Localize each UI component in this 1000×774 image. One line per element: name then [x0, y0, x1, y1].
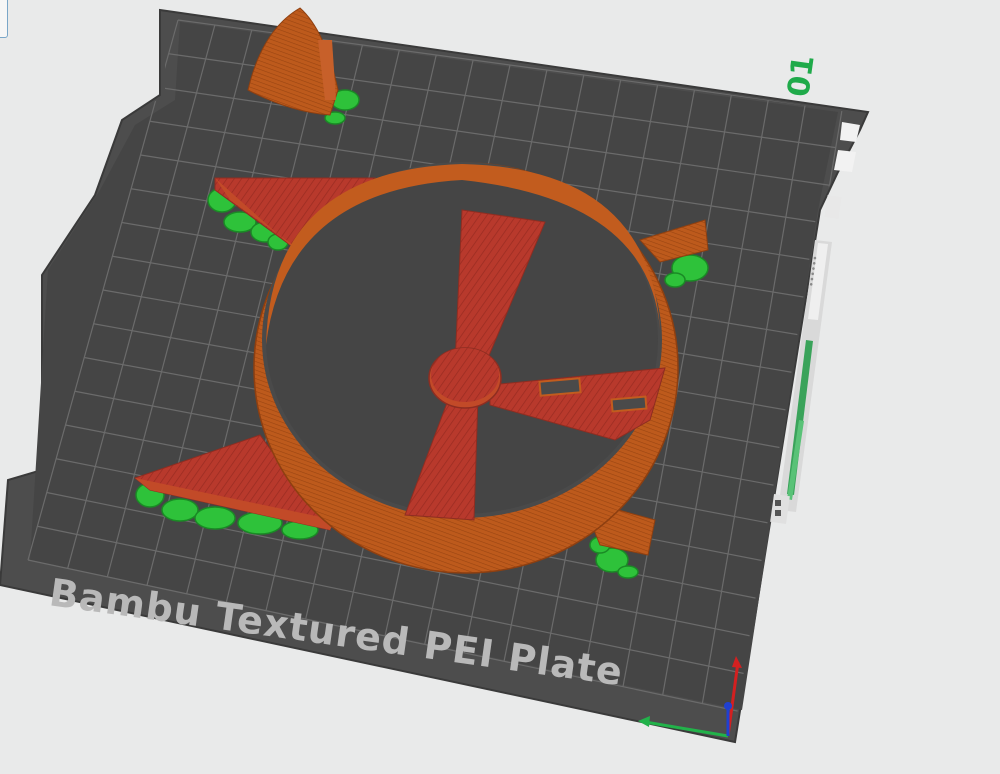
- settings-icon[interactable]: [824, 195, 842, 219]
- plate-corner-icon[interactable]: [840, 122, 860, 142]
- plate-number: 01: [781, 53, 821, 99]
- 3d-viewport[interactable]: Bambu Textured PEI Plate 01 ••••••: [0, 0, 1000, 774]
